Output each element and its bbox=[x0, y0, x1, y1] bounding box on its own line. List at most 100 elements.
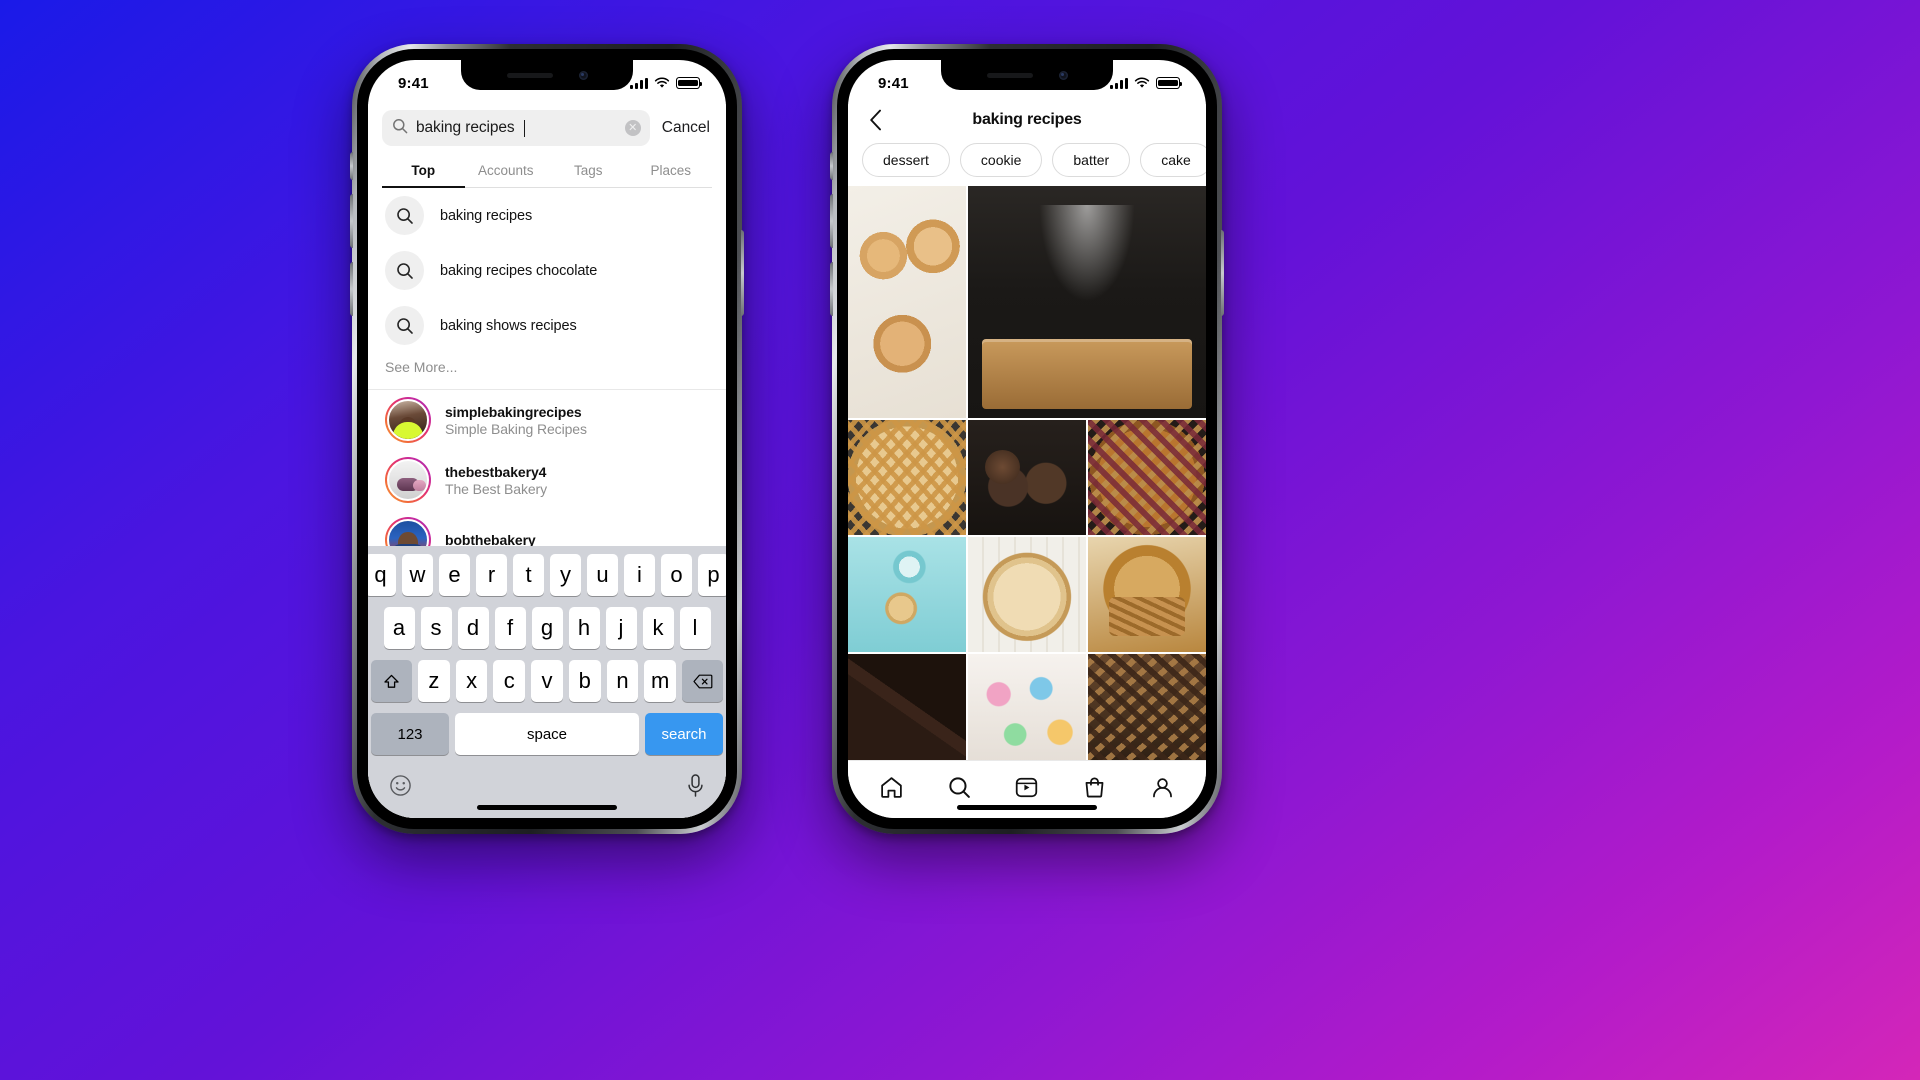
key-u[interactable]: u bbox=[587, 554, 618, 596]
key-h[interactable]: h bbox=[568, 607, 600, 649]
power-button[interactable] bbox=[1221, 230, 1224, 316]
suggestion-row[interactable]: baking recipes chocolate bbox=[368, 243, 726, 298]
search-input-value: baking recipes bbox=[416, 119, 515, 136]
explore-header: baking recipes bbox=[848, 104, 1206, 140]
on-screen-keyboard: q w e r t y u i o p a s d f g h j k l z … bbox=[368, 546, 726, 818]
account-fullname: The Best Bakery bbox=[445, 480, 547, 497]
search-row: baking recipes ✕ Cancel bbox=[382, 110, 712, 146]
right-phone-bezel: 9:41 baking recipes dessert cookie batte… bbox=[837, 49, 1217, 829]
screenshot-stage: 9:41 baking recipes ✕ Cancel Top Account… bbox=[0, 0, 1920, 1080]
key-x[interactable]: x bbox=[455, 660, 488, 702]
grid-photo-chocolate-muffins[interactable] bbox=[968, 420, 1086, 535]
suggestion-label: baking recipes bbox=[440, 207, 533, 224]
shift-key[interactable] bbox=[370, 660, 412, 702]
volume-up-button[interactable] bbox=[830, 194, 833, 248]
profile-icon[interactable] bbox=[1147, 773, 1177, 803]
mute-switch[interactable] bbox=[350, 152, 353, 180]
chip-cookie[interactable]: cookie bbox=[959, 143, 1043, 177]
grid-photo-lattice-pie[interactable] bbox=[848, 420, 966, 535]
key-l[interactable]: l bbox=[679, 607, 711, 649]
key-m[interactable]: m bbox=[644, 660, 677, 702]
search-input[interactable]: baking recipes ✕ bbox=[382, 110, 650, 146]
left-phone-bezel: 9:41 baking recipes ✕ Cancel Top Account… bbox=[357, 49, 737, 829]
clear-search-button[interactable]: ✕ bbox=[624, 120, 641, 136]
search-icon bbox=[385, 196, 424, 235]
grid-photo-chocolate-chunks[interactable] bbox=[848, 654, 966, 760]
reels-icon[interactable] bbox=[1012, 773, 1042, 803]
account-row[interactable]: thebestbakery4 The Best Bakery bbox=[368, 450, 726, 510]
key-c[interactable]: c bbox=[493, 660, 526, 702]
right-phone-device: 9:41 baking recipes dessert cookie batte… bbox=[830, 44, 1224, 834]
suggestion-row[interactable]: baking shows recipes bbox=[368, 298, 726, 353]
volume-down-button[interactable] bbox=[830, 262, 833, 316]
grid-photo-golden-pie-crust[interactable] bbox=[968, 537, 1086, 652]
chip-dessert[interactable]: dessert bbox=[862, 143, 950, 177]
key-w[interactable]: w bbox=[402, 554, 433, 596]
cancel-button[interactable]: Cancel bbox=[658, 119, 712, 137]
shop-icon[interactable] bbox=[1080, 773, 1110, 803]
key-d[interactable]: d bbox=[457, 607, 489, 649]
tab-places[interactable]: Places bbox=[630, 153, 713, 187]
status-time: 9:41 bbox=[398, 74, 429, 92]
keyboard-row-3: z x c v b n m bbox=[370, 660, 724, 702]
key-f[interactable]: f bbox=[494, 607, 526, 649]
grid-photo-berry-lattice-pie[interactable] bbox=[1088, 420, 1206, 535]
key-o[interactable]: o bbox=[661, 554, 692, 596]
key-y[interactable]: y bbox=[550, 554, 581, 596]
grid-photo-apple-crumble-pie[interactable] bbox=[1088, 537, 1206, 652]
volume-down-button[interactable] bbox=[350, 262, 353, 316]
keyboard-row-2: a s d f g h j k l bbox=[371, 607, 723, 649]
tab-accounts[interactable]: Accounts bbox=[465, 153, 548, 187]
page-title: baking recipes bbox=[972, 111, 1082, 128]
grid-photo-blueberry-tart-slice[interactable] bbox=[1088, 654, 1206, 760]
key-n[interactable]: n bbox=[606, 660, 639, 702]
search-icon[interactable] bbox=[944, 773, 974, 803]
grid-photo-pies-on-marble[interactable] bbox=[848, 186, 966, 418]
left-phone-screen: 9:41 baking recipes ✕ Cancel Top Account… bbox=[368, 60, 726, 818]
key-q[interactable]: q bbox=[368, 554, 396, 596]
key-p[interactable]: p bbox=[698, 554, 726, 596]
chip-batter[interactable]: batter bbox=[1052, 143, 1131, 177]
key-i[interactable]: i bbox=[624, 554, 655, 596]
home-indicator[interactable] bbox=[477, 805, 617, 810]
suggestion-label: baking shows recipes bbox=[440, 317, 577, 334]
microphone-icon[interactable] bbox=[686, 774, 705, 803]
emoji-icon[interactable] bbox=[389, 774, 412, 802]
key-t[interactable]: t bbox=[513, 554, 544, 596]
chip-cake[interactable]: cake bbox=[1140, 143, 1206, 177]
see-more-button[interactable]: See More... bbox=[368, 353, 726, 390]
mute-switch[interactable] bbox=[830, 152, 833, 180]
grid-photo-frosted-donuts[interactable] bbox=[968, 654, 1086, 760]
space-key[interactable]: space bbox=[455, 713, 639, 755]
account-username: simplebakingrecipes bbox=[445, 403, 582, 420]
account-names: thebestbakery4 The Best Bakery bbox=[445, 464, 547, 497]
key-k[interactable]: k bbox=[642, 607, 674, 649]
keyboard-row-1: q w e r t y u i o p bbox=[368, 554, 726, 596]
power-button[interactable] bbox=[741, 230, 744, 316]
keyboard-footer bbox=[371, 770, 723, 818]
key-e[interactable]: e bbox=[439, 554, 470, 596]
search-icon bbox=[385, 306, 424, 345]
suggestion-row[interactable]: baking recipes bbox=[368, 188, 726, 243]
key-r[interactable]: r bbox=[476, 554, 507, 596]
volume-up-button[interactable] bbox=[350, 194, 353, 248]
tab-top[interactable]: Top bbox=[382, 153, 465, 188]
home-icon[interactable] bbox=[877, 773, 907, 803]
key-b[interactable]: b bbox=[568, 660, 601, 702]
backspace-key[interactable] bbox=[682, 660, 724, 702]
key-v[interactable]: v bbox=[531, 660, 563, 702]
tab-tags[interactable]: Tags bbox=[547, 153, 630, 187]
numbers-key[interactable]: 123 bbox=[371, 713, 449, 755]
grid-photo-teal-cupcakes[interactable] bbox=[848, 537, 966, 652]
account-username: thebestbakery4 bbox=[445, 463, 547, 480]
key-g[interactable]: g bbox=[531, 607, 563, 649]
grid-photo-chef-dusting-flour[interactable] bbox=[968, 186, 1206, 418]
key-s[interactable]: s bbox=[420, 607, 452, 649]
account-row[interactable]: simplebakingrecipes Simple Baking Recipe… bbox=[368, 390, 726, 450]
key-a[interactable]: a bbox=[383, 607, 415, 649]
key-z[interactable]: z bbox=[417, 660, 450, 702]
home-indicator[interactable] bbox=[957, 805, 1097, 810]
keyboard-search-key[interactable]: search bbox=[645, 713, 723, 755]
key-j[interactable]: j bbox=[605, 607, 637, 649]
status-indicators bbox=[1110, 77, 1183, 89]
